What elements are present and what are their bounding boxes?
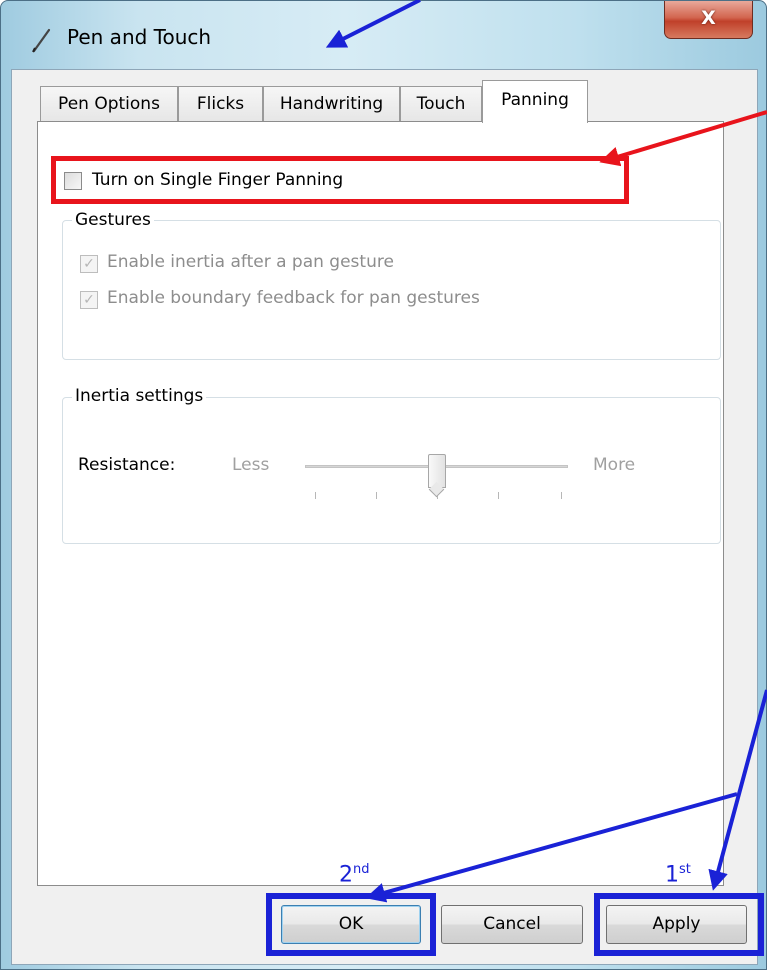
cancel-button[interactable]: Cancel bbox=[441, 905, 583, 944]
tab-handwriting[interactable]: Handwriting bbox=[263, 86, 400, 122]
close-button[interactable]: X bbox=[664, 1, 753, 39]
title-bar[interactable]: Pen and Touch X bbox=[1, 1, 767, 67]
tab-pen-options[interactable]: Pen Options bbox=[40, 86, 178, 122]
slider-tick bbox=[315, 492, 316, 499]
slider-min-label: Less bbox=[232, 455, 270, 475]
second-step-label: 2nd bbox=[339, 862, 370, 888]
blue-highlight-box-ok bbox=[266, 893, 436, 956]
slider-tick bbox=[561, 492, 562, 499]
first-step-label: 1st bbox=[665, 862, 691, 888]
boundary-feedback-checkbox[interactable]: ✓ bbox=[80, 291, 98, 309]
resistance-slider-thumb[interactable] bbox=[428, 454, 446, 488]
slider-tick bbox=[498, 492, 499, 499]
tab-panning[interactable]: Panning bbox=[482, 80, 588, 123]
boundary-feedback-label: Enable boundary feedback for pan gesture… bbox=[107, 288, 480, 308]
inertia-label: Enable inertia after a pan gesture bbox=[107, 252, 394, 272]
resistance-label: Resistance: bbox=[78, 455, 176, 475]
tab-touch[interactable]: Touch bbox=[400, 86, 482, 122]
red-highlight-box bbox=[51, 156, 629, 204]
pen-icon bbox=[32, 28, 51, 53]
gestures-group-title: Gestures bbox=[72, 210, 154, 230]
slider-max-label: More bbox=[593, 455, 636, 475]
window-title: Pen and Touch bbox=[67, 25, 212, 49]
blue-highlight-box-apply bbox=[594, 893, 764, 956]
inertia-checkbox[interactable]: ✓ bbox=[80, 255, 98, 273]
tab-flicks[interactable]: Flicks bbox=[178, 86, 263, 122]
inertia-settings-group-title: Inertia settings bbox=[72, 386, 207, 406]
slider-tick bbox=[376, 492, 377, 499]
